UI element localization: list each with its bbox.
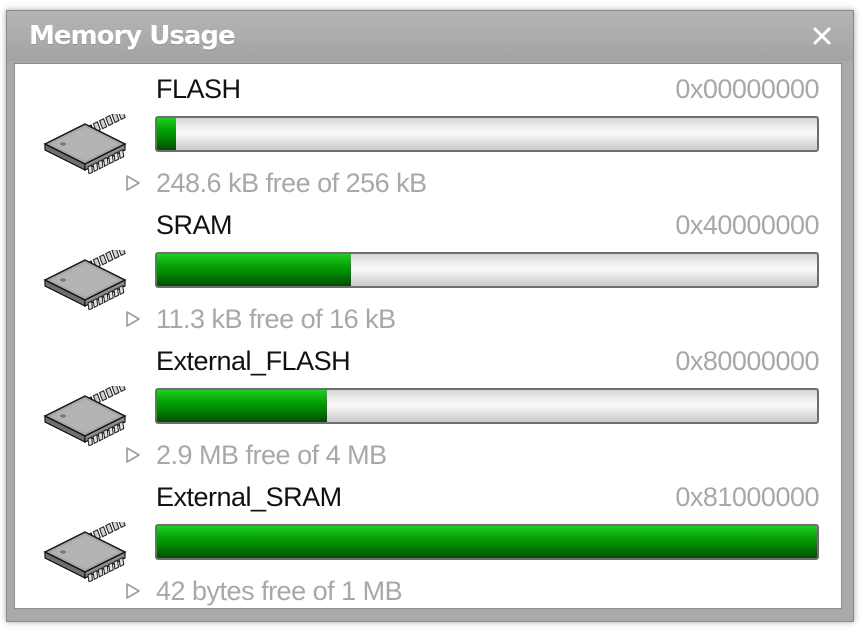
- free-summary: 2.9 MB free of 4 MB: [124, 440, 387, 471]
- window-title: Memory Usage: [29, 21, 236, 51]
- chip-icon: [43, 250, 127, 310]
- expand-arrow-icon[interactable]: [124, 581, 142, 601]
- memory-address: 0x00000000: [675, 74, 819, 104]
- free-summary: 11.3 kB free of 16 kB: [124, 304, 396, 335]
- free-text: 248.6 kB free of 256 kB: [156, 168, 427, 198]
- free-summary: 42 bytes free of 1 MB: [124, 576, 403, 607]
- title-bar[interactable]: Memory Usage: [7, 11, 853, 61]
- usage-bar-fill: [157, 526, 817, 558]
- free-text: 11.3 kB free of 16 kB: [156, 304, 396, 334]
- expand-arrow-icon[interactable]: [124, 445, 142, 465]
- memory-name: SRAM: [156, 210, 233, 240]
- expand-arrow-icon[interactable]: [124, 173, 142, 193]
- memory-region-external-flash: External_FLASH 0x80000000 2.9 MB free of…: [15, 336, 841, 472]
- usage-bar: [155, 116, 819, 152]
- memory-region-flash: FLASH 0x00000000 248.6 kB free of 256 kB: [15, 64, 841, 200]
- usage-bar: [155, 524, 819, 560]
- memory-region-sram: SRAM 0x40000000 11.3 kB free of 16 kB: [15, 200, 841, 336]
- memory-address: 0x40000000: [675, 210, 819, 240]
- usage-bar-fill: [157, 118, 177, 150]
- free-text: 42 bytes free of 1 MB: [156, 576, 403, 606]
- free-summary: 248.6 kB free of 256 kB: [124, 168, 427, 199]
- memory-name: External_FLASH: [156, 346, 351, 376]
- usage-bar-fill: [157, 390, 327, 422]
- usage-bar-fill: [157, 254, 352, 286]
- chip-icon: [43, 386, 127, 446]
- memory-name: External_SRAM: [156, 482, 342, 512]
- usage-bar: [155, 388, 819, 424]
- usage-bar: [155, 252, 819, 288]
- memory-region-external-sram: External_SRAM 0x81000000 42 bytes free o…: [15, 472, 841, 608]
- chip-icon: [43, 114, 127, 174]
- memory-list: FLASH 0x00000000 248.6 kB free of 256 kB…: [14, 63, 842, 609]
- memory-address: 0x81000000: [675, 482, 819, 512]
- memory-usage-window: Memory Usage FLASH 0x00000000 248.6 kB f…: [6, 10, 854, 622]
- free-text: 2.9 MB free of 4 MB: [156, 440, 387, 470]
- memory-address: 0x80000000: [675, 346, 819, 376]
- close-icon[interactable]: [809, 23, 835, 49]
- chip-icon: [43, 522, 127, 582]
- memory-name: FLASH: [156, 74, 241, 104]
- expand-arrow-icon[interactable]: [124, 309, 142, 329]
